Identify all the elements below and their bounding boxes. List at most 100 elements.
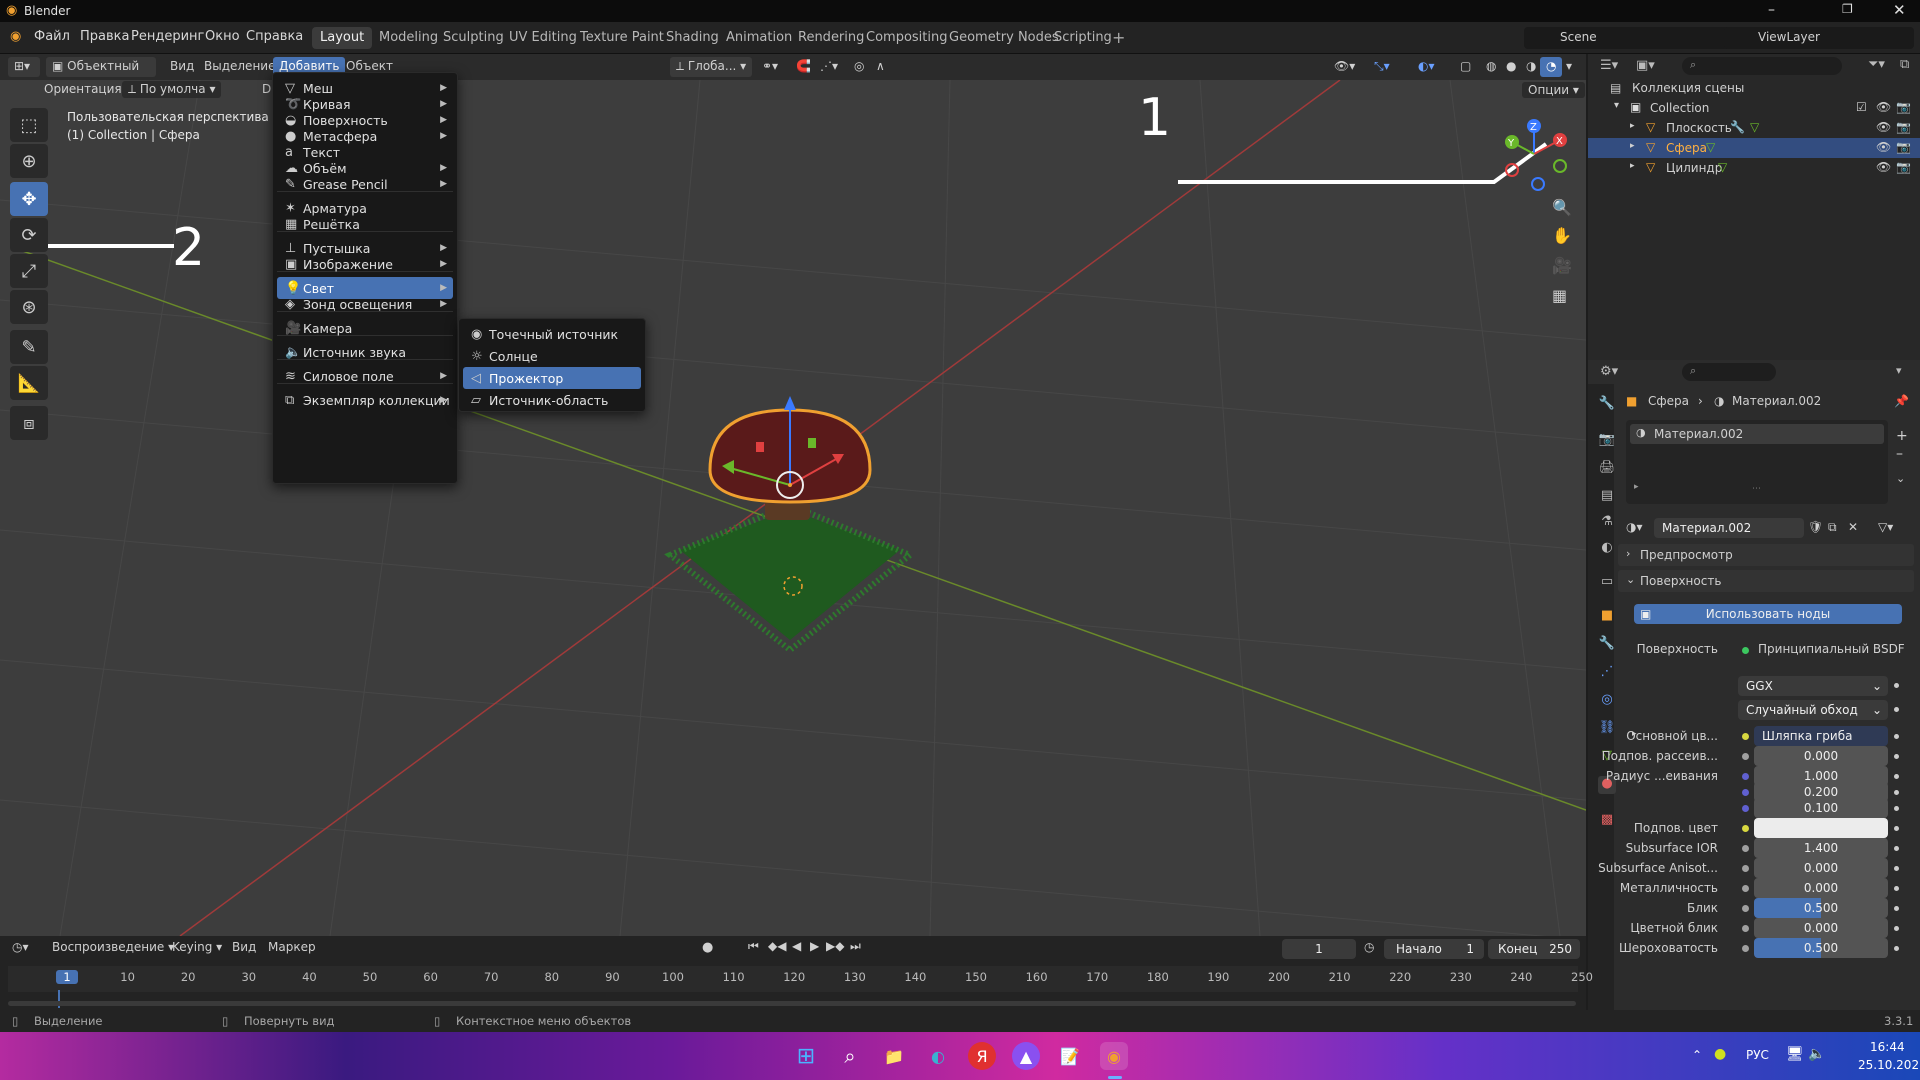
display-mode-icon[interactable]: ▣▾ — [1636, 58, 1655, 73]
menu-playback[interactable]: Воспроизведение ▾ — [46, 938, 180, 958]
clock-time[interactable]: 16:44 — [1870, 1040, 1905, 1054]
eye-icon[interactable]: 👁 — [1876, 140, 1891, 154]
notepad-icon[interactable]: 📝 — [1056, 1042, 1084, 1070]
fake-user-icon[interactable]: 🛡 — [1808, 520, 1823, 534]
numeric-field[interactable]: 0.000 — [1754, 858, 1888, 878]
orientation-dropdown[interactable]: ⟂ По умолча ▾ — [122, 81, 222, 98]
view-layer-selector[interactable]: ViewLayer — [1724, 27, 1914, 49]
transform-orientation[interactable]: ⟂ Глоба... ▾ — [670, 57, 753, 77]
zoom-icon[interactable]: 🔍 — [1552, 198, 1572, 217]
blender-taskbar-icon[interactable]: ◉ — [1100, 1042, 1128, 1070]
tab-scripting[interactable]: Scripting — [1046, 27, 1120, 49]
properties-options-icon[interactable]: ▾ — [1896, 364, 1902, 377]
light-menu-item[interactable]: ◁ Прожектор — [463, 367, 641, 389]
language-indicator[interactable]: РУС — [1746, 1048, 1769, 1062]
windows-start-icon[interactable]: ⊞ — [792, 1042, 820, 1070]
pivot-icon[interactable]: ⚭▾ — [756, 57, 784, 77]
preview-section-header[interactable]: › Предпросмотр — [1618, 544, 1914, 566]
edge-browser-icon[interactable]: ◐ — [924, 1042, 952, 1070]
menu-window[interactable]: Окно — [205, 29, 240, 44]
link-type-icon[interactable]: ▽▾ — [1878, 520, 1893, 534]
mesh-data-icon[interactable]: ▽ — [1750, 120, 1759, 134]
view-layer-tab-icon[interactable]: ▤ — [1598, 488, 1616, 506]
current-frame-field[interactable]: 1 — [1282, 939, 1356, 959]
add-menu-item[interactable]: ⧉ Экземпляр коллекции ▶ — [277, 389, 453, 411]
collection-tab-icon[interactable]: ▭ — [1598, 574, 1616, 592]
record-icon[interactable]: ● — [702, 940, 713, 955]
overlay-icon[interactable]: ◐▾ — [1412, 57, 1441, 77]
outliner-row-collection[interactable]: ▾ ▣ Collection ☑ 👁 📷 — [1588, 98, 1920, 118]
prev-keyframe-icon[interactable]: ◆◀ — [768, 939, 786, 953]
clock-icon[interactable]: ◷ — [1364, 940, 1374, 954]
modifier-icon[interactable]: 🔧 — [1730, 120, 1745, 134]
subsurface-color-swatch[interactable] — [1754, 818, 1888, 838]
tray-app-icon[interactable]: ● — [1714, 1046, 1726, 1062]
menu-timeline-view[interactable]: Вид — [226, 938, 262, 958]
select-tool-button[interactable]: ⬚ — [10, 108, 48, 142]
tab-animation[interactable]: Animation — [718, 27, 800, 49]
ortho-toggle-icon[interactable]: ▦ — [1552, 286, 1567, 305]
file-explorer-icon[interactable]: 📁 — [880, 1042, 908, 1070]
add-menu-item[interactable]: 🔈 Источник звука — [277, 341, 453, 363]
output-tab-icon[interactable]: 🖨 — [1598, 460, 1616, 478]
jump-start-icon[interactable]: ⏮ — [748, 939, 759, 954]
tab-shading[interactable]: Shading — [658, 27, 727, 49]
numeric-field[interactable]: 0.500 — [1754, 938, 1888, 958]
keyframe-dot-icon[interactable] — [1894, 846, 1899, 851]
expand-arrow-icon[interactable]: ▾ — [1614, 100, 1619, 111]
outliner-search-input[interactable]: ⌕ — [1682, 57, 1842, 75]
play-reverse-icon[interactable]: ◀ — [792, 939, 801, 953]
annotate-tool-button[interactable]: ✎ — [10, 330, 48, 364]
outliner-row-object[interactable]: ▸ ▽ Плоскость 🔧 ▽ 👁 📷 — [1588, 118, 1920, 138]
snap-icon[interactable]: 🧲 — [790, 57, 817, 77]
browse-material-icon[interactable]: ◑▾ — [1626, 520, 1643, 534]
pan-hand-icon[interactable]: ✋ — [1552, 226, 1572, 245]
menu-marker[interactable]: Маркер — [262, 938, 322, 958]
expand-arrow-icon[interactable]: ▸ — [1630, 141, 1635, 151]
numeric-field[interactable]: 0.500 — [1754, 898, 1888, 918]
menu-select[interactable]: Выделение — [198, 57, 281, 77]
add-menu-item[interactable]: ▦ Решётка — [277, 213, 453, 235]
search-icon[interactable]: ⌕ — [836, 1042, 864, 1070]
mesh-data-icon[interactable]: ▽ — [1706, 140, 1715, 154]
clock-date[interactable]: 25.10.2022 — [1858, 1058, 1920, 1072]
resize-handle-icon[interactable]: ⋯ — [1752, 484, 1761, 494]
surface-shader-value[interactable]: Принципиальный BSDF — [1758, 642, 1905, 656]
outliner-row-object[interactable]: ▸ ▽ Цилиндр ▽ 👁 📷 — [1588, 158, 1920, 178]
keyframe-dot-icon[interactable] — [1894, 906, 1899, 911]
tab-layout[interactable]: Layout — [312, 27, 373, 49]
properties-search-input[interactable]: ⌕ — [1682, 363, 1776, 381]
add-menu-item[interactable]: ◈ Зонд освещения ▶ — [277, 293, 453, 315]
keyframe-dot-icon[interactable] — [1894, 774, 1899, 779]
numeric-field[interactable]: 0.000 — [1754, 878, 1888, 898]
material-name-field[interactable]: Материал.002 — [1654, 518, 1804, 538]
render-camera-icon[interactable]: 📷 — [1896, 120, 1911, 134]
render-tab-icon[interactable]: 📷 — [1598, 432, 1616, 450]
eye-icon[interactable]: 👁 — [1876, 160, 1891, 174]
xray-icon[interactable]: ▢ — [1454, 57, 1477, 77]
new-collection-icon[interactable]: ⧉ — [1900, 57, 1909, 72]
light-menu-item[interactable]: ◉ Точечный источник — [463, 323, 641, 345]
yandex-browser-icon[interactable]: Я — [968, 1042, 996, 1070]
move-tool-button[interactable]: ✥ — [10, 182, 48, 216]
numeric-field[interactable]: 0.000 — [1754, 918, 1888, 938]
play-icon[interactable]: ▶ — [810, 939, 819, 953]
3d-viewport[interactable]: Пользовательская перспектива (1) Collect… — [0, 80, 1586, 936]
expand-slots-icon[interactable]: ▸ — [1634, 482, 1639, 492]
start-frame-field[interactable]: Начало 1 — [1384, 939, 1484, 959]
properties-editor-type-icon[interactable]: ⚙▾ — [1600, 364, 1618, 379]
minimize-icon[interactable]: – — [1768, 2, 1775, 18]
subsurface-method-dropdown[interactable]: Случайный обход ⌄ — [1738, 700, 1888, 720]
keyframe-dot-icon[interactable] — [1894, 790, 1899, 795]
light-menu-item[interactable]: ☼ Солнце — [463, 345, 641, 367]
expand-arrow-icon[interactable]: ▸ — [1632, 729, 1637, 739]
editor-type-button[interactable]: ⊞▾ — [8, 57, 40, 77]
outliner-editor-type-icon[interactable]: ☰▾ — [1600, 58, 1618, 73]
numeric-field[interactable]: 0.100 — [1754, 798, 1888, 818]
keyframe-dot-icon[interactable] — [1894, 866, 1899, 871]
numeric-field[interactable]: 1.400 — [1754, 838, 1888, 858]
mesh-data-icon[interactable]: ▽ — [1718, 160, 1727, 174]
network-icon[interactable]: 🖥 — [1786, 1046, 1804, 1062]
add-slot-icon[interactable]: + — [1896, 428, 1908, 444]
cursor-tool-button[interactable]: ⊕ — [10, 144, 48, 178]
